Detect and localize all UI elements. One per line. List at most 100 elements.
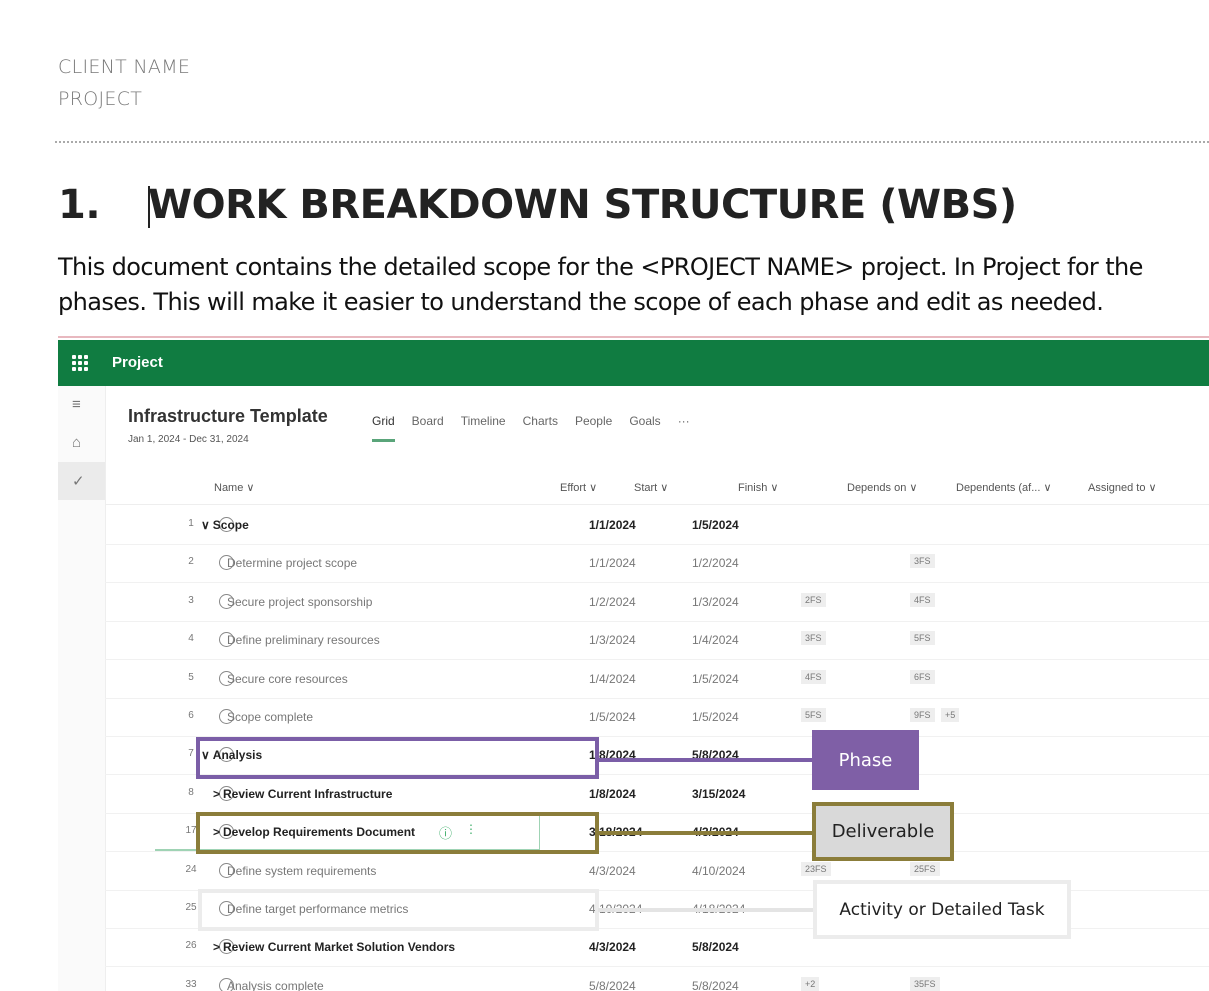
finish-date[interactable]: 1/2/2024 <box>692 556 739 570</box>
task-name-text: Define system requirements <box>227 863 377 878</box>
section-heading: 1. WORK BREAKDOWN STRUCTURE (WBS) <box>58 182 1017 228</box>
row-number: 8 <box>188 786 194 798</box>
finish-date[interactable]: 1/3/2024 <box>692 595 739 609</box>
dependents-chip[interactable]: 25FS <box>910 861 940 876</box>
column-finish[interactable]: Finish ∨ <box>738 481 778 494</box>
tab-timeline[interactable]: Timeline <box>461 414 506 428</box>
tab-people[interactable]: People <box>575 414 612 428</box>
depends-chip[interactable]: 3FS <box>801 631 826 646</box>
row-number: 24 <box>185 863 197 875</box>
heading-number: 1. <box>58 182 101 228</box>
phase-connector <box>598 758 813 762</box>
finish-date[interactable]: 4/10/2024 <box>692 864 745 878</box>
activity-connector <box>598 908 814 912</box>
depends-chip[interactable]: 5FS <box>801 708 826 722</box>
dependents-chip[interactable]: 3FS <box>910 554 935 569</box>
depends-chip[interactable]: 23FS <box>801 861 831 876</box>
task-name[interactable]: Analysis complete <box>227 979 324 991</box>
row-number: 1 <box>188 518 194 529</box>
dependents-chip[interactable]: 6FS <box>910 669 935 684</box>
start-date[interactable]: 1/4/2024 <box>589 672 636 686</box>
task-name[interactable]: Define system requirements <box>227 864 376 878</box>
task-name-text: Define preliminary resources <box>227 633 380 648</box>
row-number: 6 <box>188 710 194 721</box>
app-header: Project <box>58 340 1209 386</box>
start-date[interactable]: 1/3/2024 <box>589 633 636 647</box>
tab-grid[interactable]: Grid <box>372 414 395 442</box>
phase-highlight <box>196 737 599 779</box>
table-row[interactable]: 4 Define preliminary resources 1/3/2024 1… <box>105 621 1209 661</box>
finish-date[interactable]: 5/8/2024 <box>692 940 739 954</box>
task-name[interactable]: > Review Current Market Solution Vendors <box>213 940 455 954</box>
project-label: PROJECT <box>58 88 143 110</box>
start-date[interactable]: 1/5/2024 <box>589 710 636 724</box>
hamburger-menu-icon[interactable]: ≡ <box>72 396 81 413</box>
start-date[interactable]: 1/2/2024 <box>589 595 636 609</box>
task-name[interactable]: > Review Current Infrastructure <box>213 787 392 801</box>
table-row[interactable]: 1 ∨ Scope 1/1/2024 1/5/2024 <box>105 506 1209 545</box>
finish-date[interactable]: 5/8/2024 <box>692 979 739 991</box>
finish-date[interactable]: 3/15/2024 <box>692 787 745 801</box>
home-icon[interactable]: ⌂ <box>72 434 81 451</box>
table-row[interactable]: 8 > Review Current Infrastructure 1/8/2024… <box>105 775 1209 814</box>
dependents-chip[interactable]: 5FS <box>910 631 935 646</box>
tab-charts[interactable]: Charts <box>523 414 558 428</box>
table-row[interactable]: 3 Secure project sponsorship 1/2/2024 1/3… <box>105 583 1209 622</box>
column-assigned-to[interactable]: Assigned to ∨ <box>1088 481 1157 494</box>
finish-date[interactable]: 1/5/2024 <box>692 672 739 686</box>
task-name[interactable]: ∨ Scope <box>201 518 249 532</box>
chevron-right-icon[interactable]: > <box>213 940 220 954</box>
dependents-chip[interactable]: 9FS <box>910 708 935 722</box>
app-launcher-icon[interactable] <box>72 355 88 371</box>
left-rail: ≡ ⌂ ✓ <box>58 386 106 991</box>
start-date[interactable]: 4/3/2024 <box>589 864 636 878</box>
task-name-text: Scope <box>212 518 249 532</box>
row-number: 33 <box>185 978 197 990</box>
task-name[interactable]: Secure project sponsorship <box>227 595 372 609</box>
table-row[interactable]: 33 Analysis complete 5/8/2024 5/8/2024 +2 3… <box>105 967 1209 991</box>
column-effort[interactable]: Effort ∨ <box>560 481 597 494</box>
table-row[interactable]: 6 Scope complete 1/5/2024 1/5/2024 5FS 9FS +… <box>105 698 1209 737</box>
tab-board[interactable]: Board <box>412 414 444 428</box>
table-row[interactable]: 5 Secure core resources 1/4/2024 1/5/2024… <box>105 660 1209 699</box>
deliverable-highlight <box>196 812 599 854</box>
heading-text: WORK BREAKDOWN STRUCTURE (WBS) <box>148 182 1017 228</box>
activity-highlight <box>198 889 599 931</box>
start-date[interactable]: 1/8/2024 <box>589 787 636 801</box>
phase-label: Phase <box>812 730 919 790</box>
start-date[interactable]: 5/8/2024 <box>589 979 636 991</box>
task-name[interactable]: Determine project scope <box>227 556 357 570</box>
tab-goals[interactable]: Goals <box>629 414 660 428</box>
row-number: 5 <box>188 671 194 683</box>
task-name-text: Review Current Market Solution Vendors <box>223 940 456 955</box>
finish-date[interactable]: 1/5/2024 <box>692 518 739 532</box>
row-number: 4 <box>188 633 194 645</box>
start-date[interactable]: 1/1/2024 <box>589 556 636 570</box>
row-number: 3 <box>188 594 194 606</box>
task-name[interactable]: Secure core resources <box>227 672 348 686</box>
finish-date[interactable]: 1/4/2024 <box>692 633 739 647</box>
task-name[interactable]: Define preliminary resources <box>227 633 380 647</box>
row-number: 2 <box>188 556 194 568</box>
plan-title: Infrastructure Template <box>128 406 328 426</box>
depends-chip[interactable]: 4FS <box>801 669 826 684</box>
chevron-right-icon[interactable]: > <box>213 787 220 801</box>
divider <box>55 141 1209 143</box>
column-dependents[interactable]: Dependents (af... ∨ <box>956 481 1052 494</box>
start-date[interactable]: 4/3/2024 <box>589 940 636 954</box>
column-depends-on[interactable]: Depends on ∨ <box>847 481 917 494</box>
depends-chip[interactable]: 2FS <box>801 592 826 607</box>
checkmark-icon[interactable]: ✓ <box>72 472 85 490</box>
chevron-down-icon[interactable]: ∨ <box>201 518 210 532</box>
intro-paragraph: This document contains the detailed scop… <box>58 250 1143 320</box>
start-date[interactable]: 1/1/2024 <box>589 518 636 532</box>
app-name: Project <box>112 354 163 371</box>
column-start[interactable]: Start ∨ <box>634 481 668 494</box>
dependents-chip[interactable]: 4FS <box>910 592 935 607</box>
more-dependents-chip[interactable]: +5 <box>941 708 960 722</box>
column-name[interactable]: Name ∨ <box>214 481 254 494</box>
tab-more[interactable]: ··· <box>678 414 690 428</box>
finish-date[interactable]: 1/5/2024 <box>692 710 739 724</box>
table-row[interactable]: 2 Determine project scope 1/1/2024 1/2/20… <box>105 544 1209 584</box>
task-name[interactable]: Scope complete <box>227 710 313 724</box>
